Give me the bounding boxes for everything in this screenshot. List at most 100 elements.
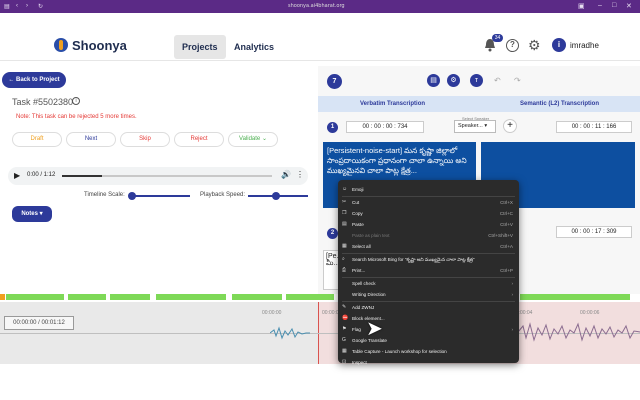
reject-button[interactable]: Reject <box>174 132 224 147</box>
waveform-time-display: 00:00:00 / 00:01:12 <box>4 316 74 330</box>
browser-titlebar: ▤ ‹ › ↻ shoonya.ai4bharat.org ▣ – □ ✕ <box>0 0 640 13</box>
flag-icon: ⚑ <box>342 326 347 332</box>
timeline-scale-thumb[interactable] <box>128 192 136 200</box>
select-all-icon: ▦ <box>342 243 347 249</box>
timeline-tick: 00:00:00 <box>262 310 282 316</box>
print-icon: ⎙ <box>342 267 347 273</box>
segment-block[interactable] <box>6 294 64 300</box>
context-menu-label: Copy <box>352 211 363 216</box>
more-options-icon[interactable]: ⋮ <box>296 170 304 179</box>
segment-start-time[interactable]: 00 : 00 : 00 : 734 <box>346 121 424 133</box>
save-icon[interactable]: ▤ <box>427 74 440 87</box>
context-menu-label: Paste <box>352 222 364 227</box>
back-to-project-button[interactable]: ← Back to Project <box>2 72 66 88</box>
context-menu-label: Writing Direction <box>352 292 386 297</box>
context-menu-shortcut: Ctrl+Shift+V <box>488 233 513 238</box>
username[interactable]: imradhe <box>570 41 599 50</box>
draft-button[interactable]: Draft <box>12 132 62 147</box>
address-bar[interactable]: shoonya.ai4bharat.org <box>288 3 345 9</box>
context-menu-label: Inspect <box>352 360 367 365</box>
context-menu-item[interactable]: ▤ Paste Ctrl+V <box>338 219 519 230</box>
context-menu-shortcut: › <box>511 327 513 332</box>
segment-block[interactable] <box>68 294 106 300</box>
cut-icon: ✂ <box>342 199 347 205</box>
forward-nav-icon[interactable]: › <box>26 3 28 9</box>
context-menu-item[interactable]: Paste as plain text Ctrl+Shift+V <box>338 230 519 241</box>
segment-end-time[interactable]: 00 : 00 : 11 : 166 <box>556 121 632 133</box>
segment-block[interactable] <box>110 294 150 300</box>
context-menu-item[interactable]: ☺ Emoji <box>338 184 519 195</box>
speaker-select[interactable]: Speaker... ▾ <box>454 120 496 133</box>
play-icon[interactable]: ▶ <box>14 171 20 180</box>
minimize-icon[interactable]: – <box>598 2 602 9</box>
gear-icon[interactable]: ⚙ <box>528 37 541 54</box>
help-icon[interactable]: ? <box>506 39 519 52</box>
context-menu-shortcut: Ctrl+C <box>499 211 513 216</box>
context-menu-item[interactable]: ▦ Table Capture - Launch workshop for sel… <box>338 346 519 357</box>
timeline-scale-slider[interactable] <box>130 195 190 197</box>
notes-button[interactable]: Notes ▾ <box>12 206 52 222</box>
back-nav-icon[interactable]: ‹ <box>16 3 18 9</box>
context-menu-item[interactable]: ⎙ Print... Ctrl+P <box>338 265 519 276</box>
timeline-scale-label: Timeline Scale: <box>84 192 125 198</box>
table-icon: ▦ <box>342 348 347 354</box>
audio-seek-fill <box>62 175 102 177</box>
audio-time: 0:00 / 1:12 <box>27 172 56 178</box>
mouse-cursor-icon: ➤ <box>366 318 383 340</box>
zwnj-icon: ✎ <box>342 304 347 310</box>
reload-icon[interactable]: ↻ <box>38 3 43 10</box>
verbatim-column-header: Verbatim Transcription <box>360 101 426 107</box>
segment-block[interactable] <box>286 294 334 300</box>
logo-text[interactable]: Shoonya <box>72 38 127 53</box>
search-icon: ⌕ <box>342 256 345 262</box>
add-segment-button[interactable]: + <box>503 119 517 133</box>
paste-icon: ▤ <box>342 221 347 227</box>
context-menu-label: Paste as plain text <box>352 233 390 238</box>
info-icon[interactable]: i <box>72 97 80 105</box>
extension-icon[interactable]: ▣ <box>578 2 585 10</box>
emoji-icon: ☺ <box>342 186 348 192</box>
segment-block[interactable] <box>232 294 282 300</box>
segment-end-time[interactable]: 00 : 00 : 17 : 309 <box>556 226 632 238</box>
chevron-down-icon: ⌄ <box>261 136 267 142</box>
nav-analytics[interactable]: Analytics <box>226 35 282 59</box>
playback-speed-thumb[interactable] <box>272 192 280 200</box>
segment-number: 1 <box>327 122 338 133</box>
context-menu-item[interactable]: Spell check › <box>338 278 519 289</box>
segment-block[interactable] <box>520 294 630 300</box>
context-menu-item[interactable]: ✂ Cut Ctrl+X <box>338 197 519 208</box>
semantic-column-header: Semantic (L2) Transcription <box>520 101 600 107</box>
context-menu-label: Table Capture - Launch workshop for sele… <box>352 349 447 354</box>
context-menu-shortcut: › <box>511 281 513 286</box>
notification-badge: 34 <box>492 34 503 42</box>
context-menu-item[interactable]: ✎ Add ZWNJ <box>338 302 519 313</box>
nav-projects[interactable]: Projects <box>174 35 226 59</box>
redo-icon[interactable]: ↷ <box>514 76 521 85</box>
avatar[interactable]: i <box>552 38 566 52</box>
settings-icon[interactable]: ⚙ <box>447 74 460 87</box>
context-menu-shortcut: › <box>511 292 513 297</box>
context-menu-shortcut: Ctrl+A <box>500 244 513 249</box>
font-size-icon[interactable]: ᴛ <box>470 74 483 87</box>
skip-button[interactable]: Skip <box>120 132 170 147</box>
close-window-icon[interactable]: ✕ <box>626 2 632 10</box>
segment-block[interactable] <box>156 294 226 300</box>
validate-button[interactable]: Validate ⌄ <box>228 132 278 147</box>
undo-icon[interactable]: ↶ <box>494 76 501 85</box>
next-button[interactable]: Next <box>66 132 116 147</box>
context-menu-item[interactable]: ❐ Copy Ctrl+C <box>338 208 519 219</box>
context-menu-item[interactable]: Writing Direction › <box>338 289 519 300</box>
playhead-marker[interactable] <box>0 294 5 300</box>
browser-menu-icon[interactable]: ▤ <box>4 3 10 10</box>
context-menu-item[interactable]: ⌕ Search Microsoft Bing for "కృష్ణా అని మ… <box>338 254 519 265</box>
maximize-icon[interactable]: □ <box>612 2 616 9</box>
context-menu-label: Select all <box>352 244 371 249</box>
back-label: Back to Project <box>15 77 60 83</box>
context-menu-label: Emoji <box>352 187 364 192</box>
volume-icon[interactable]: 🔊 <box>281 170 291 179</box>
context-menu-item[interactable]: ⊡ Inspect <box>338 357 519 368</box>
page-number-badge: 7 <box>327 74 342 89</box>
segment-number: 2 <box>327 228 338 239</box>
task-title: Task #5502380 <box>12 97 74 107</box>
context-menu-item[interactable]: ▦ Select all Ctrl+A <box>338 241 519 252</box>
